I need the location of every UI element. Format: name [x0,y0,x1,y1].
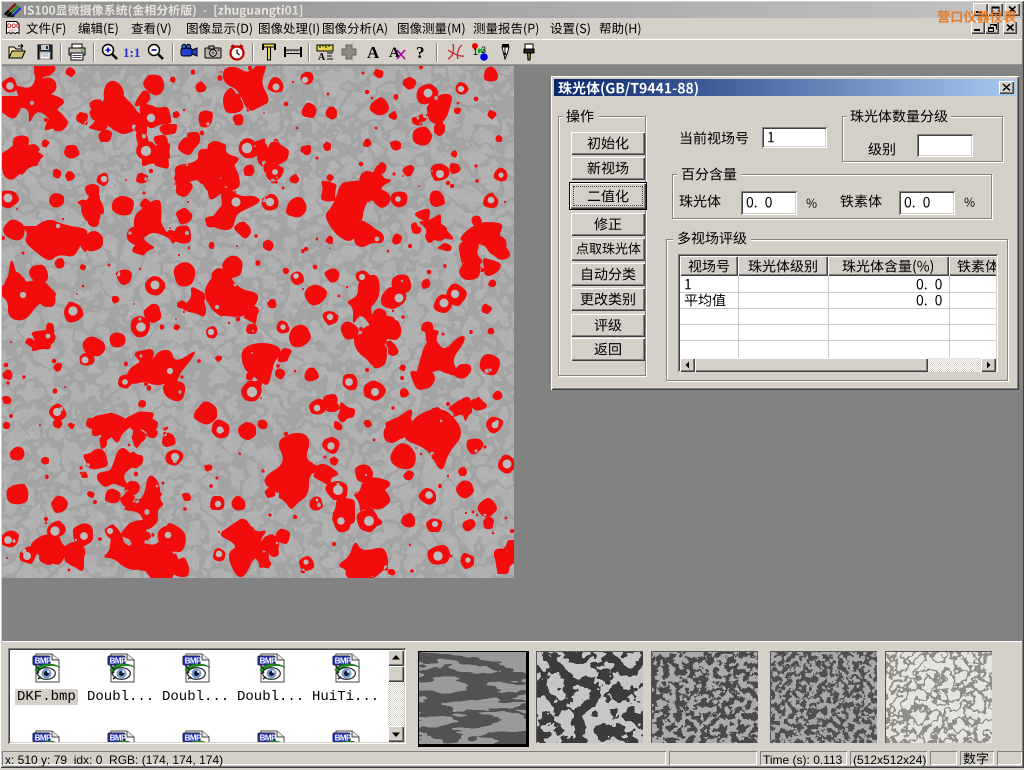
svg-text:1:1: 1:1 [123,45,140,60]
svg-text:A: A [318,52,326,62]
svg-text:?: ? [416,43,425,62]
svg-text:1: 1 [473,47,478,57]
svg-text:A: A [367,43,380,62]
svg-text:3: 3 [481,45,486,55]
svg-text:DOC: DOC [7,24,21,30]
